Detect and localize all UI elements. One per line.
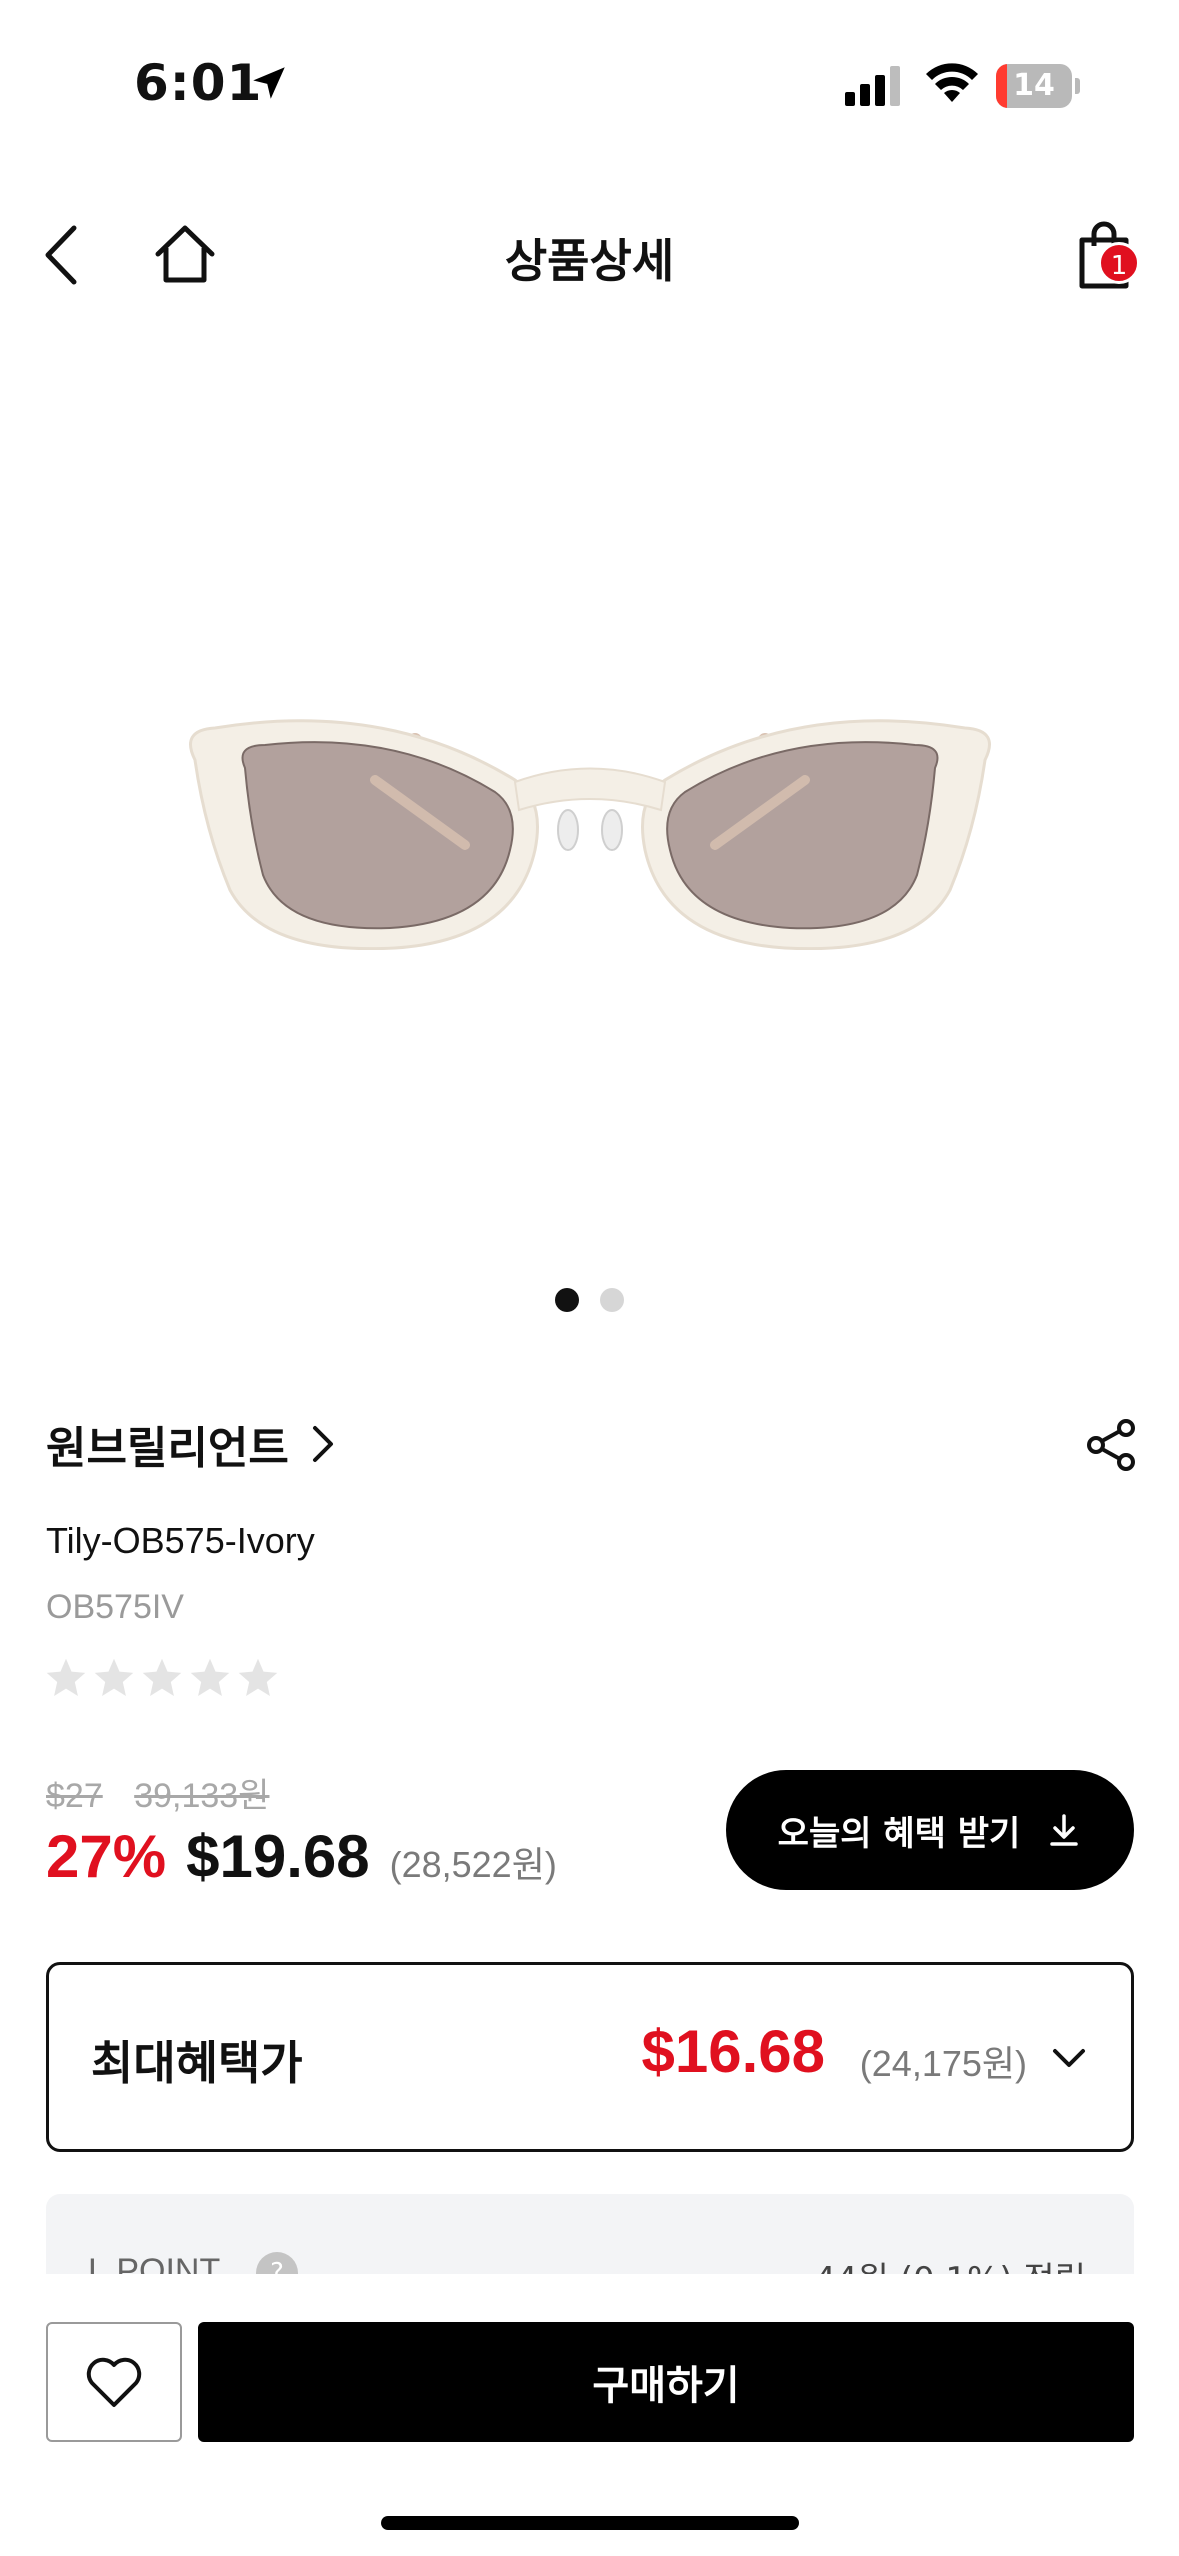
download-icon <box>1050 1814 1079 1846</box>
original-price-krw: 39,133원 <box>134 1777 270 1815</box>
product-name: Tily-OB575-Ivory <box>46 1520 315 1561</box>
status-time: 6:01 <box>134 54 263 112</box>
cart-count-badge: 1 <box>1098 242 1140 284</box>
sale-price: $19.68 <box>186 1823 370 1890</box>
chevron-right-icon <box>312 1426 333 1462</box>
brand-name: 원브릴리언트 <box>46 1423 289 1474</box>
battery-level: 14 <box>1013 68 1055 103</box>
star-icon <box>190 1658 230 1696</box>
point-info-panel: L.POINT ? 44원 (0.1%) 적립 <box>46 2194 1134 2274</box>
sale-price-row: 27% $19.68 (28,522원) <box>46 1822 557 1891</box>
point-help-icon[interactable]: ? <box>256 2252 298 2274</box>
heart-outline-icon <box>86 2357 142 2407</box>
star-icon <box>94 1658 134 1696</box>
original-price-usd: $27 <box>46 1777 103 1815</box>
pagination-dot-active[interactable] <box>555 1288 579 1312</box>
sale-price-krw: (28,522원) <box>389 1844 557 1885</box>
discount-rate: 27% <box>46 1823 167 1890</box>
max-benefit-label: 최대혜택가 <box>91 2036 303 2090</box>
wifi-icon <box>926 63 978 102</box>
point-label: L.POINT <box>88 2252 221 2274</box>
original-prices: $27 39,133원 <box>46 1768 291 1817</box>
benefit-button-label: 오늘의 혜택 받기 <box>777 1813 1021 1854</box>
buy-button[interactable]: 구매하기 <box>198 2322 1134 2442</box>
star-icon <box>238 1658 278 1696</box>
top-nav: 상품상세 1 <box>0 190 1179 320</box>
rating-stars <box>44 1656 284 1706</box>
cellular-signal-icon <box>845 66 900 106</box>
pagination-dot[interactable] <box>600 1288 624 1312</box>
product-code: OB575IV <box>46 1588 184 1626</box>
max-benefit-price: $16.68 <box>641 2018 825 2085</box>
gallery-pagination <box>0 1288 1179 1312</box>
get-benefit-button[interactable]: 오늘의 혜택 받기 <box>726 1770 1134 1890</box>
status-bar: 6:01 14 <box>0 0 1179 175</box>
product-image-sunglasses <box>189 719 991 950</box>
star-icon <box>142 1658 182 1696</box>
product-image-gallery[interactable] <box>0 320 1179 1280</box>
bottom-action-bar: 구매하기 <box>0 2274 1179 2556</box>
location-arrow-icon <box>253 67 285 99</box>
wishlist-button[interactable] <box>46 2322 182 2442</box>
max-benefit-price-toggle[interactable]: 최대혜택가 $16.68 (24,175원) <box>46 1962 1134 2152</box>
max-benefit-price-krw: (24,175원) <box>859 2043 1027 2084</box>
share-icon[interactable] <box>1084 1418 1138 1472</box>
home-indicator[interactable] <box>381 2516 799 2530</box>
battery-indicator: 14 <box>996 64 1080 108</box>
brand-link[interactable]: 원브릴리언트 <box>46 1414 341 1474</box>
point-value: 44원 (0.1%) 적립 <box>814 2252 1086 2274</box>
chevron-down-icon <box>1053 2049 1085 2067</box>
star-icon <box>46 1658 86 1696</box>
page-title: 상품상세 <box>504 234 675 288</box>
